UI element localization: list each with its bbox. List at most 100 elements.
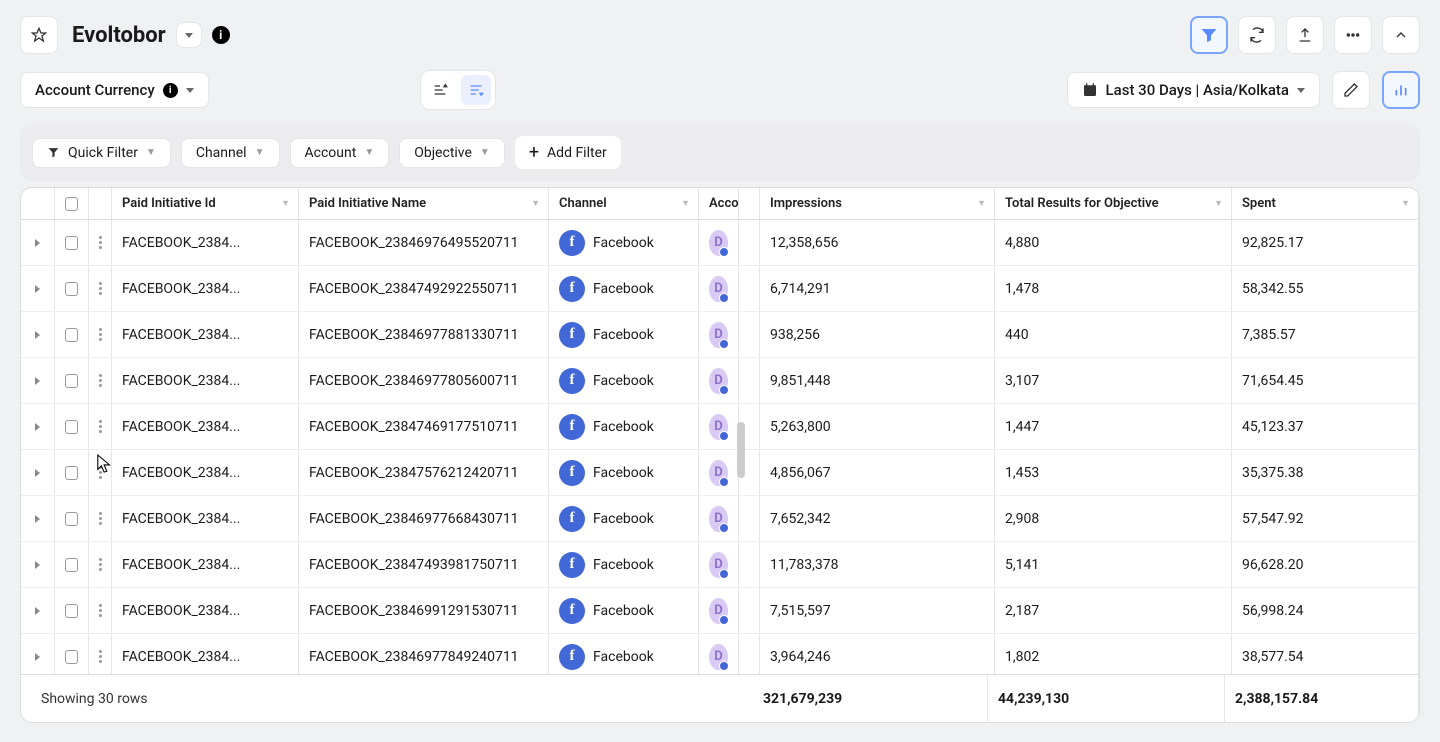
expand-row[interactable] [21,496,55,541]
facebook-icon: f [559,644,585,670]
expand-row[interactable] [21,450,55,495]
cell-results: 1,447 [995,404,1232,449]
row-menu[interactable] [89,634,112,676]
row-checkbox[interactable] [55,404,89,449]
row-menu[interactable] [89,312,112,357]
expand-row[interactable] [21,588,55,633]
col-account-header[interactable]: Acco [699,188,739,219]
expand-row[interactable] [21,634,55,676]
col-impressions-header[interactable]: Impressions▼ [760,188,995,219]
col-spent-header[interactable]: Spent▼ [1232,188,1419,219]
cell-impressions: 6,714,291 [760,266,995,311]
calendar-icon [1082,82,1098,98]
table-row[interactable]: FACEBOOK_2384... FACEBOOK_23846976495520… [21,220,1419,266]
expand-row[interactable] [21,542,55,587]
col-results-header[interactable]: Total Results for Objective▼ [995,188,1232,219]
split-divider[interactable] [739,188,760,219]
chevron-down-icon [186,88,194,93]
filter-button[interactable] [1190,16,1228,54]
view-mode-expanded[interactable] [461,75,491,105]
quick-filter-label: Quick Filter [68,145,138,161]
add-filter-button[interactable]: + Add Filter [515,136,621,169]
info-icon[interactable]: i [212,26,230,44]
row-checkbox[interactable] [55,358,89,403]
add-filter-label: Add Filter [547,145,607,161]
checkbox-icon [65,512,78,526]
row-menu[interactable] [89,450,112,495]
facebook-icon: f [559,230,585,256]
table-row[interactable]: FACEBOOK_2384... FACEBOOK_23847493981750… [21,542,1419,588]
row-menu[interactable] [89,220,112,265]
row-menu[interactable] [89,404,112,449]
status-dot-icon [719,293,729,303]
checkbox-icon [65,374,78,388]
expand-row[interactable] [21,312,55,357]
caret-right-icon [35,469,40,477]
table-row[interactable]: FACEBOOK_2384... FACEBOOK_23846977805600… [21,358,1419,404]
account-currency-dropdown[interactable]: Account Currency i [20,72,209,108]
title-dropdown[interactable] [176,22,202,48]
quick-filter-chip[interactable]: Quick Filter ▼ [32,138,171,168]
table-row[interactable]: FACEBOOK_2384... FACEBOOK_23846991291530… [21,588,1419,634]
row-checkbox[interactable] [55,634,89,676]
edit-button[interactable] [1332,71,1370,109]
view-mode-compact[interactable] [425,75,455,105]
row-menu[interactable] [89,266,112,311]
row-checkbox[interactable] [55,588,89,633]
cell-spent: 38,577.54 [1232,634,1419,676]
row-checkbox[interactable] [55,312,89,357]
date-range-picker[interactable]: Last 30 Days | Asia/Kolkata [1067,72,1320,108]
table-row[interactable]: FACEBOOK_2384... FACEBOOK_23846977668430… [21,496,1419,542]
row-checkbox[interactable] [55,450,89,495]
cell-results: 1,478 [995,266,1232,311]
objective-filter-chip[interactable]: Objective ▼ [399,138,505,168]
table-row[interactable]: FACEBOOK_2384... FACEBOOK_23847469177510… [21,404,1419,450]
expand-row[interactable] [21,266,55,311]
cell-impressions: 12,358,656 [760,220,995,265]
account-filter-label: Account [305,145,357,161]
account-avatar: D [709,368,728,394]
more-vertical-icon [99,558,102,571]
sort-icon: ▼ [531,198,540,209]
collapse-button[interactable] [1382,16,1420,54]
row-checkbox[interactable] [55,266,89,311]
row-checkbox[interactable] [55,496,89,541]
more-vertical-icon [99,650,102,663]
cell-id: FACEBOOK_2384... [112,542,299,587]
refresh-button[interactable] [1238,16,1276,54]
vertical-scrollbar[interactable] [737,422,747,632]
cell-spent: 45,123.37 [1232,404,1419,449]
channel-filter-label: Channel [196,145,247,161]
expand-row[interactable] [21,358,55,403]
row-menu[interactable] [89,496,112,541]
table-row[interactable]: FACEBOOK_2384... FACEBOOK_23846977881330… [21,312,1419,358]
cell-account: D [699,588,739,633]
cell-name: FACEBOOK_23846991291530711 [299,588,549,633]
more-vertical-icon [99,374,102,387]
channel-filter-chip[interactable]: Channel ▼ [181,138,280,168]
caret-right-icon [35,515,40,523]
table-row[interactable]: FACEBOOK_2384... FACEBOOK_23847492922550… [21,266,1419,312]
col-channel-header[interactable]: Channel▼ [549,188,699,219]
row-checkbox[interactable] [55,220,89,265]
expand-row[interactable] [21,220,55,265]
expand-row[interactable] [21,404,55,449]
account-filter-chip[interactable]: Account ▼ [290,138,390,168]
select-all-header[interactable] [55,188,89,219]
row-checkbox[interactable] [55,542,89,587]
account-avatar: D [709,598,728,624]
status-dot-icon [719,385,729,395]
table-row[interactable]: FACEBOOK_2384... FACEBOOK_23847576212420… [21,450,1419,496]
star-button[interactable] [20,16,58,54]
status-dot-icon [719,431,729,441]
row-menu[interactable] [89,542,112,587]
col-name-header[interactable]: Paid Initiative Name▼ [299,188,549,219]
status-dot-icon [719,523,729,533]
more-button[interactable] [1334,16,1372,54]
row-menu[interactable] [89,358,112,403]
row-menu[interactable] [89,588,112,633]
export-button[interactable] [1286,16,1324,54]
col-id-header[interactable]: Paid Initiative Id▼ [112,188,299,219]
table-row[interactable]: FACEBOOK_2384... FACEBOOK_23846977849240… [21,634,1419,676]
chart-button[interactable] [1382,71,1420,109]
